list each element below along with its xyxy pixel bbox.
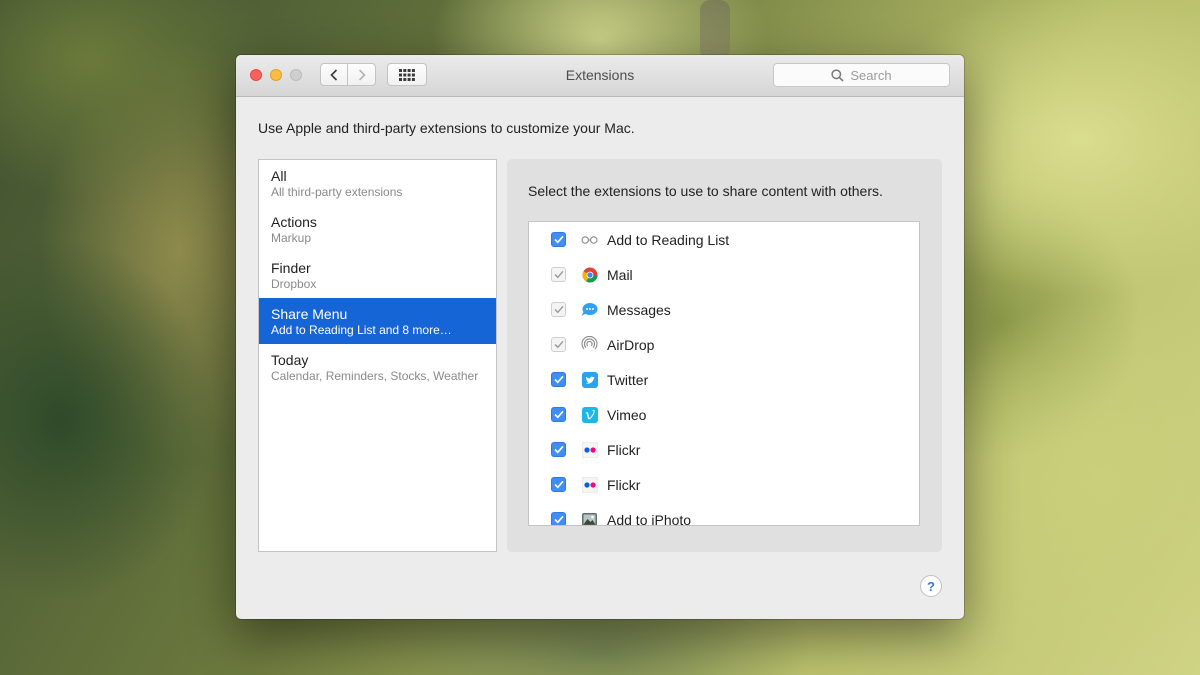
category-title: Today	[271, 352, 309, 368]
twitter-icon	[581, 371, 598, 388]
extension-label: Messages	[607, 301, 671, 318]
category-item-finder[interactable]: Finder Dropbox	[259, 252, 496, 298]
checkmark-icon	[553, 235, 564, 244]
extension-checkbox[interactable]	[551, 512, 566, 525]
extension-label: Flickr	[607, 476, 641, 493]
extension-label: AirDrop	[607, 336, 655, 353]
wallpaper-twig	[700, 0, 730, 60]
checkmark-icon	[554, 270, 564, 279]
extension-row-messages: Messages	[529, 292, 919, 327]
extension-checkbox[interactable]	[551, 407, 566, 422]
checkmark-icon	[554, 305, 564, 314]
extension-checkbox[interactable]	[551, 477, 566, 492]
category-subtitle: Dropbox	[271, 277, 317, 291]
category-subtitle: All third-party extensions	[271, 185, 403, 199]
category-list: All All third-party extensions Actions M…	[258, 159, 497, 552]
detail-pane: Select the extensions to use to share co…	[507, 159, 942, 552]
category-title: Finder	[271, 260, 311, 276]
search-placeholder: Search	[850, 67, 892, 83]
category-subtitle: Calendar, Reminders, Stocks, Weather	[271, 369, 479, 383]
flickr-icon	[581, 441, 598, 458]
category-title: All	[271, 168, 287, 184]
extension-row-mail: Mail	[529, 257, 919, 292]
checkmark-icon	[553, 410, 564, 419]
search-icon	[831, 68, 844, 82]
checkmark-icon	[553, 445, 564, 454]
category-item-share-menu[interactable]: Share Menu Add to Reading List and 8 mor…	[259, 298, 496, 344]
category-item-actions[interactable]: Actions Markup	[259, 206, 496, 252]
extension-label: Twitter	[607, 371, 649, 388]
extension-row-flickr: Flickr	[529, 467, 919, 502]
flickr-icon	[581, 476, 598, 493]
checkmark-icon	[553, 480, 564, 489]
checkmark-icon	[553, 375, 564, 384]
extension-row-airdrop: AirDrop	[529, 327, 919, 362]
extension-row-add-to-reading-list: Add to Reading List	[529, 222, 919, 257]
category-item-all[interactable]: All All third-party extensions	[259, 160, 496, 206]
category-item-today[interactable]: Today Calendar, Reminders, Stocks, Weath…	[259, 344, 496, 390]
extension-checkbox[interactable]	[551, 442, 566, 457]
title-bar: Extensions Search	[236, 55, 964, 97]
detail-header: Select the extensions to use to share co…	[528, 183, 883, 199]
category-title: Share Menu	[271, 306, 348, 322]
extension-label: Vimeo	[607, 406, 647, 423]
extension-checkbox[interactable]	[551, 232, 566, 247]
search-field[interactable]: Search	[773, 63, 950, 87]
extension-row-add-to-iphoto: Add to iPhoto	[529, 502, 919, 526]
extension-checkbox	[551, 337, 566, 352]
reading-list-icon	[581, 231, 598, 248]
extension-row-twitter: Twitter	[529, 362, 919, 397]
intro-text: Use Apple and third-party extensions to …	[258, 120, 635, 136]
extension-row-vimeo: Vimeo	[529, 397, 919, 432]
category-subtitle: Markup	[271, 231, 312, 245]
mail-icon	[581, 266, 598, 283]
extension-label: Add to iPhoto	[607, 511, 692, 526]
vimeo-icon	[581, 406, 598, 423]
extension-label: Add to Reading List	[607, 231, 730, 248]
category-subtitle: Add to Reading List and 8 more…	[271, 323, 452, 337]
preferences-window: Extensions Search Use Apple and third-pa…	[236, 55, 964, 619]
checkmark-icon	[554, 340, 564, 349]
extension-label: Flickr	[607, 441, 641, 458]
extension-list[interactable]: Add to Reading List Mail Messages AirDro…	[528, 221, 920, 526]
iphoto-icon	[581, 511, 598, 525]
extension-checkbox[interactable]	[551, 372, 566, 387]
checkmark-icon	[553, 515, 564, 524]
extension-checkbox	[551, 267, 566, 282]
messages-icon	[581, 301, 598, 318]
extension-label: Mail	[607, 266, 633, 283]
help-button[interactable]: ?	[920, 575, 942, 597]
airdrop-icon	[581, 336, 598, 353]
extension-row-flickr: Flickr	[529, 432, 919, 467]
category-title: Actions	[271, 214, 317, 230]
extension-checkbox	[551, 302, 566, 317]
